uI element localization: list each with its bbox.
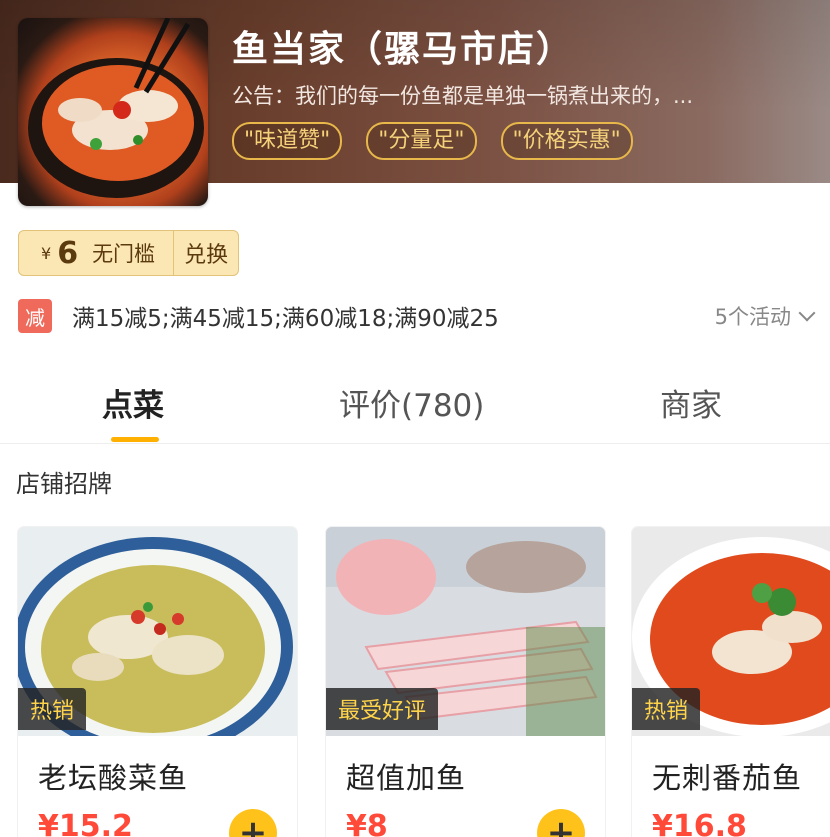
coupon-value: 6 — [57, 235, 79, 271]
coupon-currency: ¥ — [41, 243, 52, 263]
dish-card[interactable]: 最受好评 超值加鱼 ¥8 + — [326, 527, 605, 837]
tab-bar: 点菜 评价(780) 商家 — [0, 362, 830, 444]
dish-name: 老坛酸菜鱼 — [38, 761, 189, 795]
section-title: 店铺招牌 — [16, 470, 112, 498]
shop-tags: "味道赞" "分量足" "价格实惠" — [232, 122, 633, 160]
shop-notice[interactable]: 公告：我们的每一份鱼都是单独一锅煮出来的，... — [232, 80, 802, 110]
dish-price: ¥15.2 — [38, 809, 133, 837]
redeem-button[interactable]: 兑换 — [174, 231, 238, 275]
fish-dish-illustration — [28, 18, 204, 198]
dish-price: ¥16.8 — [652, 809, 747, 837]
tab-merchant[interactable]: 商家 — [660, 380, 722, 425]
shop-logo-image — [18, 18, 208, 206]
dish-name: 无刺番茄鱼 — [652, 761, 803, 795]
coupon[interactable]: ¥ 6 无门槛 兑换 — [18, 230, 240, 276]
tab-menu[interactable]: 点菜 — [102, 380, 164, 425]
shop-tag: "味道赞" — [232, 122, 343, 160]
dish-card[interactable]: 热销 老坛酸菜鱼 ¥15.2 + — [18, 527, 297, 837]
shop-tag: "价格实惠" — [500, 122, 633, 160]
dish-price: ¥8 — [346, 809, 388, 837]
chevron-down-icon — [798, 304, 816, 322]
coupon-condition: 无门槛 — [92, 242, 156, 266]
add-to-cart-button[interactable]: + — [537, 809, 585, 837]
hot-sale-badge: 热销 — [632, 688, 701, 730]
plus-icon: + — [546, 813, 576, 837]
active-tab-indicator — [111, 437, 159, 442]
promotions-count: 5个活动 — [714, 305, 791, 329]
dish-name: 超值加鱼 — [346, 761, 467, 795]
shop-name: 鱼当家（骡马市店） — [232, 29, 575, 70]
coupon-amount: ¥ 6 无门槛 — [19, 231, 175, 275]
shop-tag: "分量足" — [366, 122, 477, 160]
hot-sale-badge: 热销 — [18, 688, 87, 730]
promotions-more[interactable]: 5个活动 — [714, 301, 816, 331]
best-rated-badge: 最受好评 — [326, 688, 439, 730]
tab-reviews[interactable]: 评价(780) — [339, 380, 484, 425]
plus-icon: + — [238, 813, 268, 837]
promotion-row[interactable]: 减 满15减5;满45减15;满60减18;满90减25 5个活动 — [18, 297, 816, 335]
discount-badge: 减 — [18, 299, 52, 333]
add-to-cart-button[interactable]: + — [229, 809, 277, 837]
promotion-text: 满15减5;满45减15;满60减18;满90减25 — [72, 306, 499, 332]
dish-card[interactable]: 热销 无刺番茄鱼 ¥16.8 — [632, 527, 830, 837]
